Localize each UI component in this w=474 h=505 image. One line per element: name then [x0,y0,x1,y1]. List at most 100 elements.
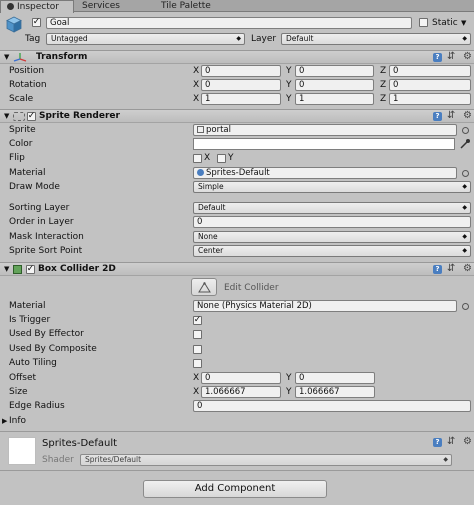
rotation-z-field[interactable]: 0 [389,79,471,91]
sprite-asset-icon [197,126,204,133]
object-picker-icon[interactable] [462,127,469,134]
scale-x-field[interactable]: 1 [201,93,281,105]
help-icon[interactable]: ? [433,112,442,121]
foldout-arrow-icon[interactable]: ▼ [4,51,9,64]
preset-icon[interactable]: ⇵ [447,436,455,448]
settings-gear-icon[interactable]: ⚙ [463,51,472,63]
dropdown-arrow-icon: ◆ [462,247,467,254]
object-picker-icon[interactable] [462,303,469,310]
info-foldout-arrow-icon[interactable]: ▶ [2,415,7,427]
collider-material-field[interactable]: None (Physics Material 2D) [193,300,457,312]
tab-tile-palette[interactable]: Tile Palette [155,0,217,12]
eyedropper-icon[interactable] [459,138,471,150]
mask-interaction-label: Mask Interaction [9,232,84,242]
order-in-layer-label: Order in Layer [9,217,74,227]
layer-dropdown[interactable]: Default ◆ [281,33,471,45]
draw-mode-dropdown[interactable]: Simple ◆ [193,181,471,193]
offset-x-field[interactable]: 0 [201,372,281,384]
foldout-arrow-icon[interactable]: ▼ [4,110,9,123]
flip-label: Flip [9,153,25,163]
mask-interaction-dropdown[interactable]: None ◆ [193,231,471,243]
gameobject-name-field[interactable]: Goal [46,17,412,29]
sprite-renderer-enabled-checkbox[interactable]: ✓ [27,112,36,121]
box-collider-title: Box Collider 2D [38,264,116,274]
sprite-sort-point-label: Sprite Sort Point [9,246,83,256]
preset-icon[interactable]: ⇵ [447,263,455,275]
tab-services[interactable]: Services [76,0,126,12]
tab-bar: Inspector Services Tile Palette [0,0,474,13]
gameobject-cube-icon [6,16,22,33]
size-y-field[interactable]: 1.066667 [295,386,375,398]
axis-y-label: Y [286,66,292,76]
offset-y-field[interactable]: 0 [295,372,375,384]
tag-dropdown[interactable]: Untagged ◆ [46,33,245,45]
static-dropdown-arrow-icon[interactable]: ▼ [461,17,466,29]
settings-gear-icon[interactable]: ⚙ [463,110,472,122]
flip-y-label: Y [228,153,234,163]
size-label: Size [9,387,28,397]
rotation-y-field[interactable]: 0 [295,79,374,91]
edge-radius-field[interactable]: 0 [193,400,471,412]
preset-icon[interactable]: ⇵ [447,51,455,63]
preset-icon[interactable]: ⇵ [447,110,455,122]
axis-x-label: X [193,80,200,90]
collider-material-label: Material [9,301,46,311]
settings-gear-icon[interactable]: ⚙ [463,263,472,275]
material-sphere-icon [197,169,204,176]
tab-inspector[interactable]: Inspector [0,0,74,13]
static-checkbox[interactable] [419,18,428,27]
flip-x-checkbox[interactable] [193,154,202,163]
help-icon[interactable]: ? [433,265,442,274]
foldout-arrow-icon[interactable]: ▼ [4,263,9,276]
axis-y-label: Y [286,387,292,397]
axis-x-label: X [193,94,200,104]
sprite-object-field[interactable]: portal [193,124,457,136]
box-collider-header[interactable]: ▼ ✓ Box Collider 2D ? ⇵ ⚙ [0,262,474,276]
position-z-field[interactable]: 0 [389,65,471,77]
shader-dropdown[interactable]: Sprites/Default ◆ [80,454,452,466]
transform-title: Transform [36,52,88,62]
material-label: Material [9,168,46,178]
axis-x-label: X [193,387,200,397]
flip-x-label: X [204,153,211,163]
sorting-layer-dropdown[interactable]: Default ◆ [193,202,471,214]
flip-y-checkbox[interactable] [217,154,226,163]
scale-z-field[interactable]: 1 [389,93,471,105]
is-trigger-checkbox[interactable]: ✓ [193,316,202,325]
sprite-renderer-header[interactable]: ▼ ✓ Sprite Renderer ? ⇵ ⚙ [0,109,474,123]
dropdown-arrow-icon: ◆ [462,204,467,211]
shader-label: Shader [42,455,74,465]
material-preview-name: Sprites-Default [42,438,118,449]
active-checkbox[interactable]: ✓ [32,18,41,27]
edit-collider-button[interactable] [191,278,217,296]
add-component-button[interactable]: Add Component [143,480,327,498]
scale-y-field[interactable]: 1 [295,93,374,105]
auto-tiling-checkbox[interactable] [193,359,202,368]
position-x-field[interactable]: 0 [201,65,281,77]
material-object-field[interactable]: Sprites-Default [193,167,457,179]
help-icon[interactable]: ? [433,53,442,62]
used-by-composite-checkbox[interactable] [193,345,202,354]
box-collider-icon [13,265,22,274]
info-label: Info [9,416,27,426]
material-preview-thumbnail [8,437,36,465]
dropdown-arrow-icon: ◆ [462,183,467,190]
layer-label: Layer [251,34,277,44]
order-in-layer-field[interactable]: 0 [193,216,471,228]
help-icon[interactable]: ? [433,438,442,447]
box-collider-enabled-checkbox[interactable]: ✓ [26,265,35,274]
size-x-field[interactable]: 1.066667 [201,386,281,398]
sprite-renderer-title: Sprite Renderer [39,111,120,121]
transform-header[interactable]: ▼ Transform ? ⇵ ⚙ [0,50,474,64]
color-swatch[interactable] [193,138,455,150]
object-picker-icon[interactable] [462,170,469,177]
used-by-effector-label: Used By Effector [9,329,84,339]
used-by-effector-checkbox[interactable] [193,330,202,339]
rotation-x-field[interactable]: 0 [201,79,281,91]
section-divider [0,431,474,432]
position-y-field[interactable]: 0 [295,65,374,77]
sprite-sort-point-dropdown[interactable]: Center ◆ [193,245,471,257]
rotation-label: Rotation [9,80,47,90]
dropdown-arrow-icon: ◆ [462,233,467,240]
settings-gear-icon[interactable]: ⚙ [463,436,472,448]
